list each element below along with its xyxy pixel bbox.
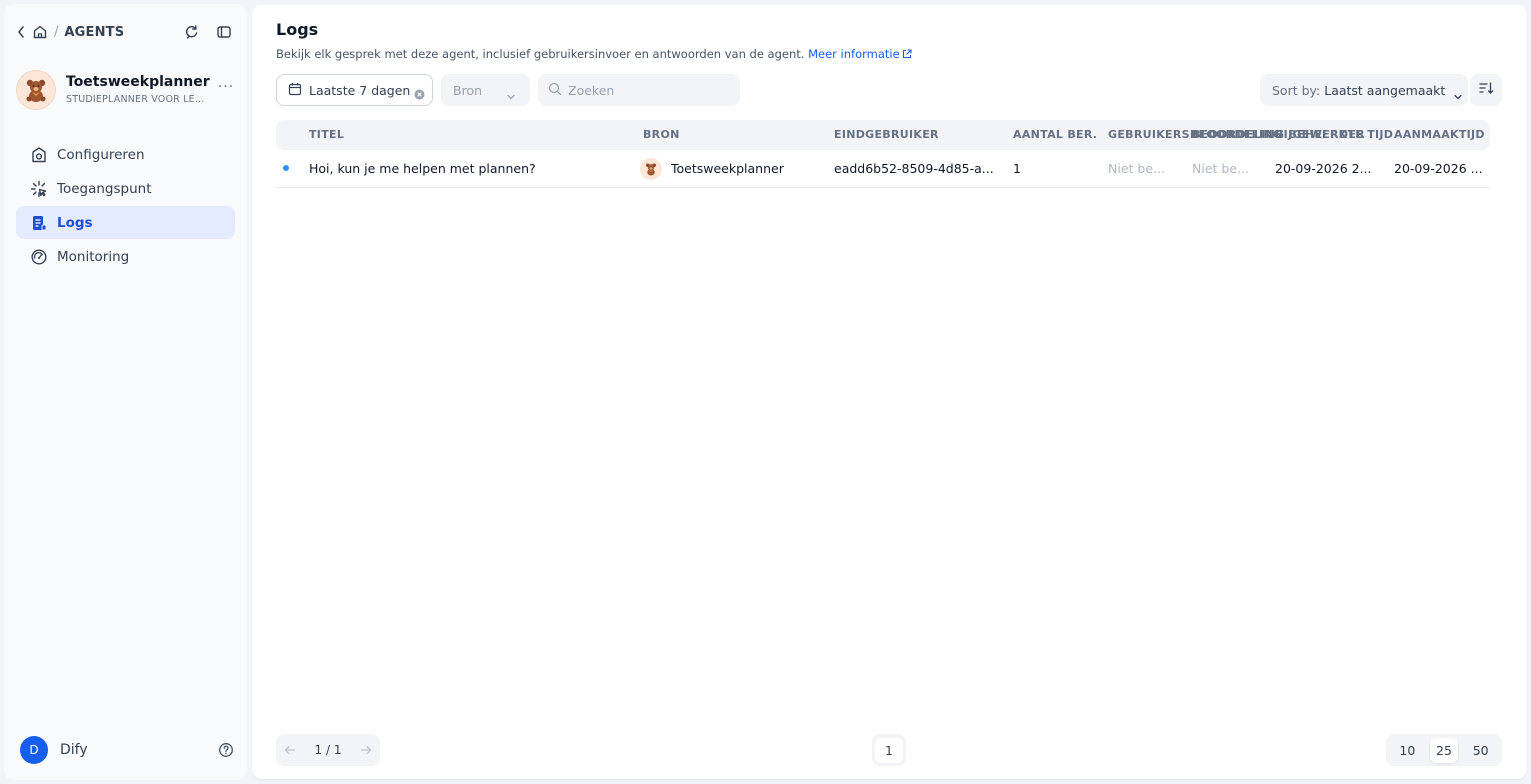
refresh-icon[interactable] xyxy=(184,24,200,40)
sidebar-nav: Configureren Toegangspunt Logs Monitorin… xyxy=(16,138,235,274)
description-text: Bekijk elk gesprek met deze agent, inclu… xyxy=(276,47,805,61)
app-subtitle: STUDIEPLANNER VOOR LEERLINGEN xyxy=(66,94,206,105)
help-icon[interactable] xyxy=(218,742,234,758)
column-message-count: AANTAL BER. xyxy=(1013,128,1098,141)
source-placeholder: Bron xyxy=(453,82,483,98)
search-field[interactable] xyxy=(538,74,740,106)
next-page-icon[interactable] xyxy=(352,734,380,766)
app-card[interactable]: Toetsweekplanner STUDIEPLANNER VOOR LEER… xyxy=(16,68,236,114)
pagination-control: 1 / 1 xyxy=(276,734,380,766)
access-point-icon xyxy=(30,180,48,198)
monitoring-icon xyxy=(30,248,48,266)
teddy-bear-icon xyxy=(646,163,656,176)
search-icon xyxy=(548,81,562,100)
sidebar-item-label: Monitoring xyxy=(57,248,130,265)
avatar: D xyxy=(20,736,48,764)
page-number-list: 1 xyxy=(872,734,906,766)
teddy-bear-icon xyxy=(26,79,46,102)
breadcrumb-separator: / xyxy=(54,24,59,40)
unread-dot xyxy=(283,165,289,171)
back-chevron-icon[interactable] xyxy=(16,24,30,40)
page-number-button[interactable]: 1 xyxy=(875,737,903,763)
row-source: Toetsweekplanner xyxy=(671,161,784,176)
search-input[interactable] xyxy=(568,82,728,98)
page-size-10[interactable]: 10 xyxy=(1393,738,1421,763)
sort-descending-icon xyxy=(1478,80,1494,100)
date-range-value: Laatste 7 dagen xyxy=(309,82,411,98)
table-row[interactable]: Hoi, kun je me helpen met plannen? Toets… xyxy=(276,150,1490,188)
more-info-label: Meer informatie xyxy=(808,47,900,61)
row-user-rating: Niet be... xyxy=(1108,161,1165,176)
page-description: Bekijk elk gesprek met deze agent, inclu… xyxy=(276,47,912,61)
row-created-time: 20-09-2026 ... xyxy=(1394,161,1483,176)
sidebar: / AGENTS Toetsweekplanner STUDIEPLANNER … xyxy=(4,4,247,780)
sidebar-item-configureren[interactable]: Configureren xyxy=(16,138,235,171)
home-icon[interactable] xyxy=(32,24,48,40)
app-name: Toetsweekplanner xyxy=(66,74,210,90)
filter-bar: Laatste 7 dagen Bron Sort by: Laatst aan… xyxy=(276,74,1502,106)
configure-icon xyxy=(30,146,48,164)
sort-select[interactable]: Sort by: Laatst aangemaakt xyxy=(1260,74,1468,106)
row-admin-rating: Niet be... xyxy=(1192,161,1249,176)
chevron-down-icon xyxy=(506,86,516,100)
page-title: Logs xyxy=(276,20,319,39)
sidebar-item-label: Logs xyxy=(57,214,93,231)
column-updated-time: BIJGEWERKTE TIJD xyxy=(1275,128,1394,141)
sidebar-item-toegangspunt[interactable]: Toegangspunt xyxy=(16,172,235,205)
column-title: TITEL xyxy=(309,128,345,141)
row-title: Hoi, kun je me helpen met plannen? xyxy=(309,161,536,176)
column-source: BRON xyxy=(643,128,680,141)
column-end-user: EINDGEBRUIKER xyxy=(834,128,939,141)
page-indicator: 1 / 1 xyxy=(314,743,342,757)
chevron-down-icon xyxy=(1453,86,1463,100)
user-account[interactable]: D Dify xyxy=(20,735,240,765)
user-name: Dify xyxy=(60,742,88,758)
more-options-icon[interactable]: ··· xyxy=(216,80,236,98)
main-panel: Logs Bekijk elk gesprek met deze agent, … xyxy=(252,5,1527,779)
page-size-selector: 10 25 50 xyxy=(1386,734,1502,766)
sidebar-item-label: Toegangspunt xyxy=(57,180,152,197)
sidebar-item-label: Configureren xyxy=(57,146,145,163)
table-header: TITEL BRON EINDGEBRUIKER AANTAL BER. GEB… xyxy=(276,120,1490,150)
source-select[interactable]: Bron xyxy=(441,74,530,106)
logs-table: TITEL BRON EINDGEBRUIKER AANTAL BER. GEB… xyxy=(276,120,1490,188)
sort-label: Sort by: xyxy=(1272,82,1321,98)
breadcrumb: / AGENTS xyxy=(16,20,236,44)
row-end-user: eadd6b52-8509-4d85-a... xyxy=(834,161,994,176)
sort-order-button[interactable] xyxy=(1470,74,1502,106)
sort-value: Laatst aangemaakt xyxy=(1324,82,1446,98)
more-info-link[interactable]: Meer informatie xyxy=(808,47,912,61)
row-message-count: 1 xyxy=(1013,161,1021,176)
row-updated-time: 20-09-2026 2... xyxy=(1275,161,1372,176)
previous-page-icon[interactable] xyxy=(276,734,304,766)
logs-icon xyxy=(30,214,48,232)
page-size-25[interactable]: 25 xyxy=(1430,737,1458,763)
app-avatar xyxy=(16,70,56,110)
sidebar-item-logs[interactable]: Logs xyxy=(16,206,235,239)
breadcrumb-section[interactable]: AGENTS xyxy=(64,25,124,40)
source-avatar xyxy=(640,158,662,180)
sidebar-item-monitoring[interactable]: Monitoring xyxy=(16,240,235,273)
external-link-icon xyxy=(902,48,912,59)
date-range-filter[interactable]: Laatste 7 dagen xyxy=(276,74,433,106)
calendar-icon xyxy=(288,81,302,100)
page-size-50[interactable]: 50 xyxy=(1467,738,1495,763)
clear-icon[interactable] xyxy=(414,85,425,99)
sidebar-collapse-icon[interactable] xyxy=(216,24,232,40)
column-created-time: AANMAAKTIJD xyxy=(1394,128,1485,141)
